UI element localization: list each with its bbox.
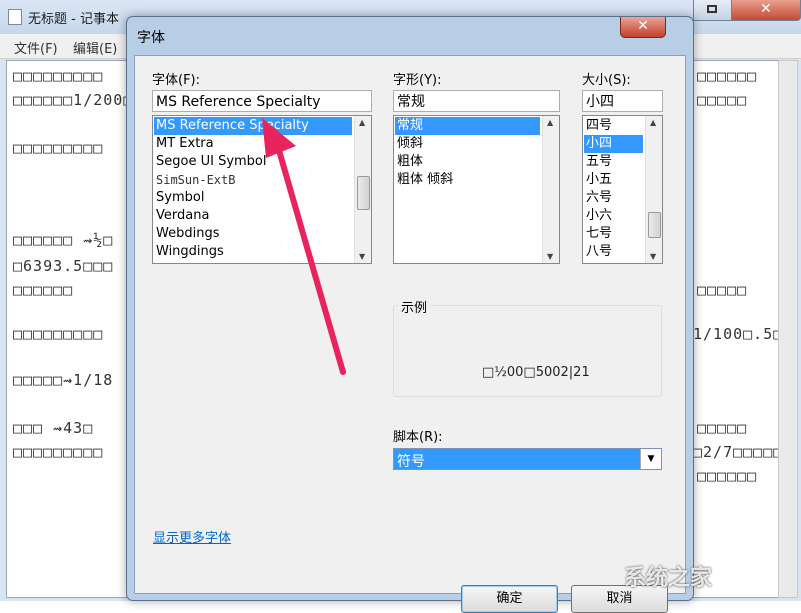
arrow-head <box>262 118 296 158</box>
watermark-text: 系统之家 <box>624 566 713 591</box>
watermark-logo: 系统之家 <box>624 560 796 596</box>
arrow-shaft <box>273 137 346 375</box>
annotation-arrow <box>262 118 346 375</box>
